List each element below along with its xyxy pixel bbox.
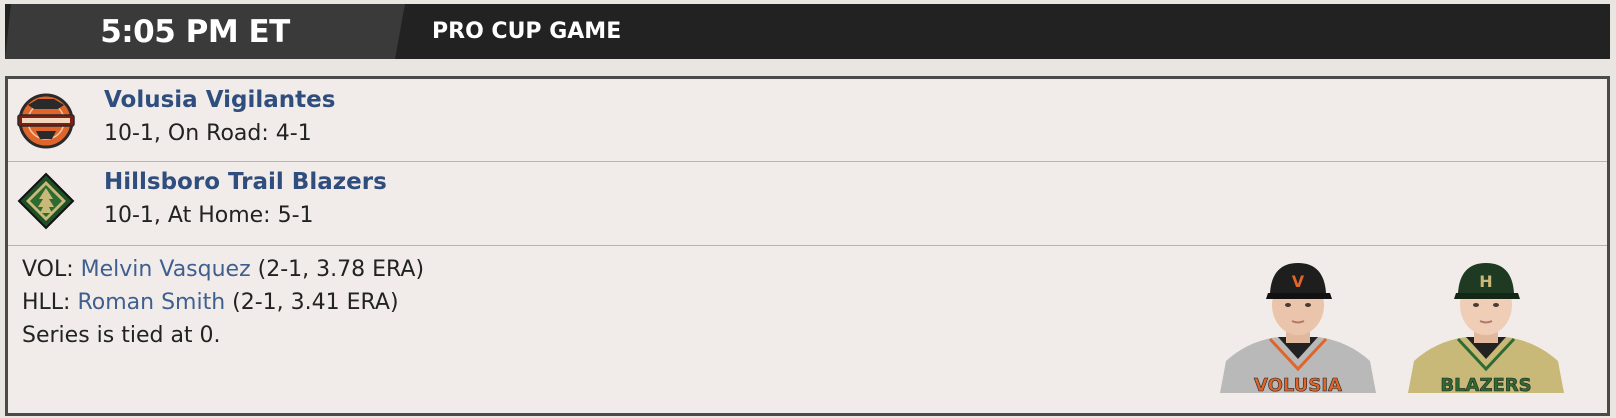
home-cap-letter: H	[1479, 272, 1492, 291]
game-type-title: PRO CUP GAME	[432, 19, 622, 44]
home-pitcher-portrait[interactable]: BLAZERS H	[1406, 257, 1566, 393]
home-abbr: HLL:	[22, 290, 71, 315]
away-team-record: 10-1, On Road: 4-1	[104, 121, 312, 146]
home-pitcher-stats: (2-1, 3.41 ERA)	[232, 290, 399, 315]
away-cap-letter: V	[1292, 272, 1305, 291]
home-pitcher-link[interactable]: Roman Smith	[77, 290, 225, 315]
hillsboro-trail-blazers-logo-icon	[17, 172, 75, 230]
home-team-name[interactable]: Hillsboro Trail Blazers	[104, 169, 387, 195]
away-team-name[interactable]: Volusia Vigilantes	[104, 87, 335, 113]
away-team-row[interactable]: Volusia Vigilantes 10-1, On Road: 4-1	[8, 79, 1607, 162]
volusia-vigilantes-logo-icon	[17, 93, 75, 149]
away-pitcher-stats: (2-1, 3.78 ERA)	[257, 257, 425, 282]
series-status: Series is tied at 0.	[22, 323, 221, 348]
game-card: Volusia Vigilantes 10-1, On Road: 4-1 Hi…	[5, 76, 1610, 416]
away-pitcher-line: VOL: Melvin Vasquez (2-1, 3.78 ERA)	[22, 253, 424, 286]
home-jersey-text: BLAZERS	[1440, 375, 1531, 393]
game-time: 5:05 PM ET	[5, 4, 405, 59]
probable-pitchers: VOL: Melvin Vasquez (2-1, 3.78 ERA) HLL:…	[22, 253, 424, 352]
home-team-record: 10-1, At Home: 5-1	[104, 203, 314, 228]
home-team-row[interactable]: Hillsboro Trail Blazers 10-1, At Home: 5…	[8, 161, 1607, 246]
away-abbr: VOL:	[22, 257, 74, 282]
away-pitcher-portrait[interactable]: VOLUSIA V	[1218, 257, 1378, 393]
away-jersey-text: VOLUSIA	[1254, 375, 1342, 393]
home-pitcher-line: HLL: Roman Smith (2-1, 3.41 ERA)	[22, 286, 424, 319]
away-pitcher-link[interactable]: Melvin Vasquez	[81, 257, 251, 282]
